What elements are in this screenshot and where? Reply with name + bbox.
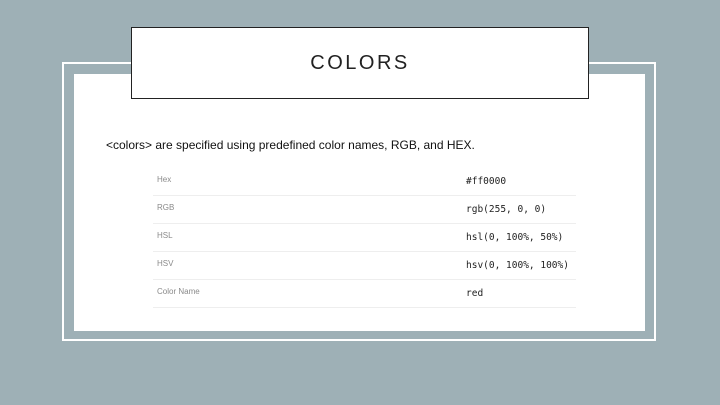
row-value: red	[466, 288, 484, 299]
title-box: COLORS	[131, 27, 589, 99]
intro-text: <colors> are specified using predefined …	[106, 138, 475, 152]
row-value: #ff0000	[466, 176, 507, 187]
color-format-table: Hex #ff0000 RGB rgb(255, 0, 0) HSL hsl(0…	[153, 168, 576, 308]
table-row-hex: Hex #ff0000	[153, 168, 576, 196]
row-value: rgb(255, 0, 0)	[466, 204, 547, 215]
row-label: Hex	[157, 175, 172, 184]
slide-title: COLORS	[310, 51, 410, 74]
table-row-hsv: HSV hsv(0, 100%, 100%)	[153, 252, 576, 280]
row-value: hsv(0, 100%, 100%)	[466, 260, 569, 271]
table-row-color-name: Color Name red	[153, 280, 576, 308]
table-row-hsl: HSL hsl(0, 100%, 50%)	[153, 224, 576, 252]
row-label: HSL	[157, 231, 173, 240]
row-value: hsl(0, 100%, 50%)	[466, 232, 564, 243]
row-label: Color Name	[157, 287, 200, 296]
row-label: HSV	[157, 259, 174, 268]
row-label: RGB	[157, 203, 175, 212]
table-row-rgb: RGB rgb(255, 0, 0)	[153, 196, 576, 224]
